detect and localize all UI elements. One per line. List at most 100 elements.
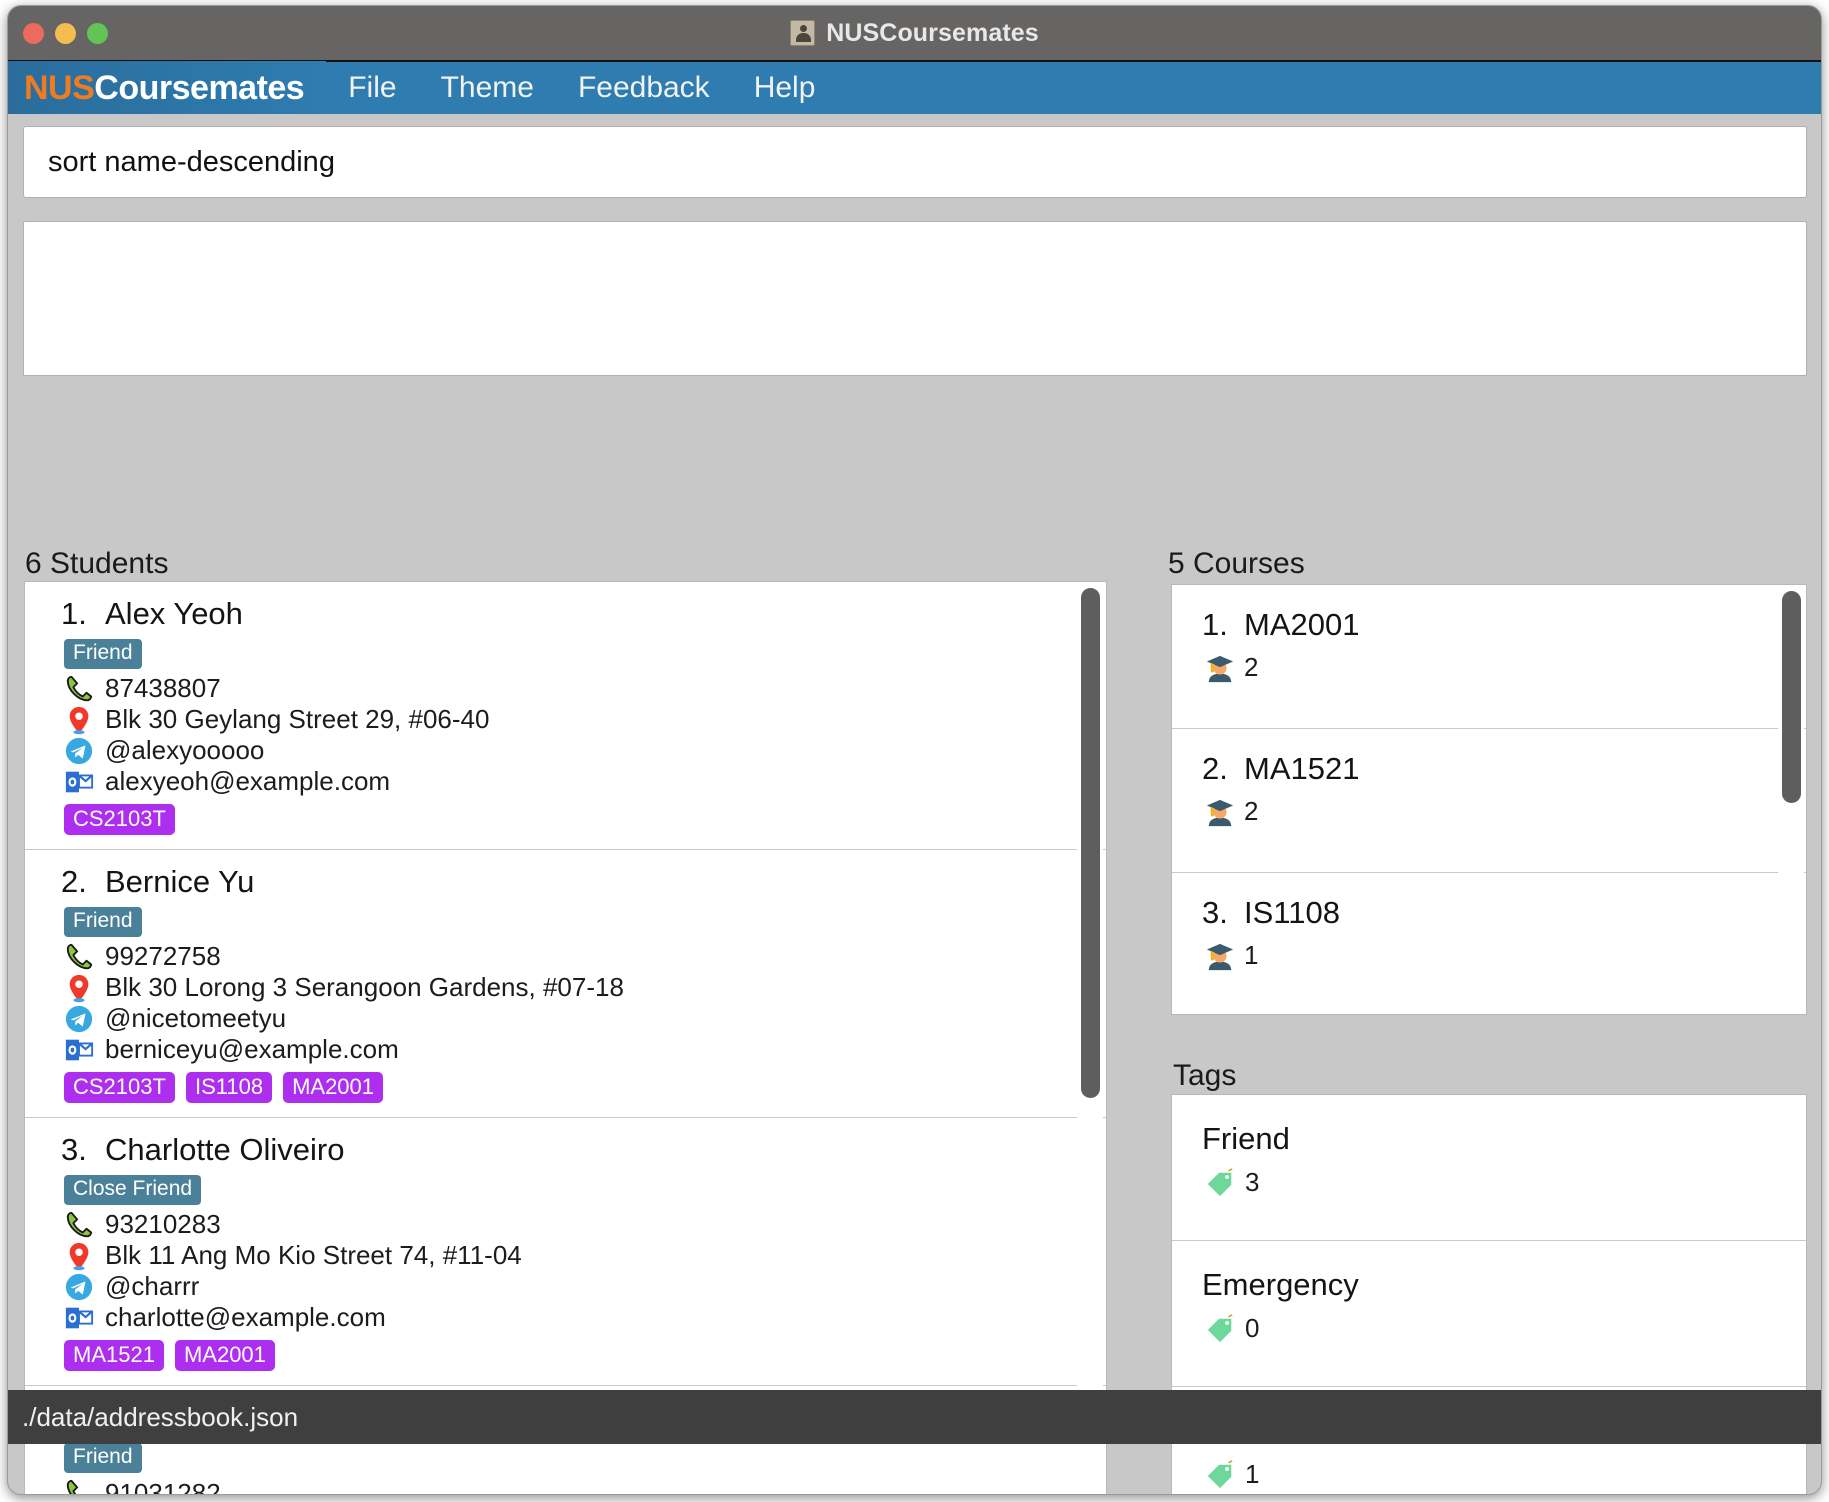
student-phone: 91031282 [64, 1477, 1106, 1495]
tag-name: Emergency [1202, 1267, 1359, 1302]
course-list-scrollbar-thumb[interactable] [1782, 591, 1801, 803]
student-card[interactable]: 1. Alex Yeoh Friend 87438807 Blk 30 Geylang … [25, 582, 1106, 851]
course-student-count: 1 [1205, 940, 1806, 971]
course-list[interactable]: 1. MA2001 2 2. MA1521 2 3. IS1108 1 [1172, 585, 1806, 1014]
email-icon [64, 767, 94, 797]
phone-icon [64, 1478, 94, 1494]
course-card[interactable]: 3. IS1108 1 [1172, 873, 1806, 1014]
student-address: Blk 30 Lorong 3 Serangoon Gardens, #07-1… [64, 972, 1106, 1003]
location-pin-icon [64, 973, 94, 1003]
telegram-icon [64, 1272, 94, 1302]
student-address: Blk 30 Geylang Street 29, #06-40 [64, 704, 1106, 735]
student-course-row: CS2103T IS1108 MA2001 [64, 1072, 1106, 1104]
result-display [23, 221, 1807, 376]
student-list-panel[interactable]: 1. Alex Yeoh Friend 87438807 Blk 30 Geylang … [24, 581, 1107, 1495]
graduate-student-icon [1205, 941, 1235, 971]
student-telegram: @nicetomeetyu [64, 1003, 1106, 1034]
window-title-group: NUSCoursemates [790, 19, 1039, 48]
course-index: 2. [1202, 751, 1228, 786]
student-email-text: alexyeoh@example.com [105, 766, 391, 797]
menu-item-help[interactable]: Help [732, 61, 838, 115]
command-input[interactable]: sort name-descending [23, 126, 1807, 198]
menu-item-file[interactable]: File [326, 61, 418, 115]
course-student-count-value: 2 [1244, 796, 1259, 826]
window-controls [23, 6, 108, 60]
menu-item-theme[interactable]: Theme [419, 61, 556, 115]
student-address-text: Blk 30 Geylang Street 29, #06-40 [105, 704, 490, 735]
student-address-text: Blk 30 Lorong 3 Serangoon Gardens, #07-1… [105, 972, 624, 1003]
student-tag-row: Friend [64, 907, 1106, 938]
tag-count-value: 1 [1245, 1459, 1260, 1489]
window-title: NUSCoursemates [826, 18, 1039, 47]
student-email: charlotte@example.com [64, 1302, 1106, 1333]
course-student-count-value: 2 [1244, 652, 1259, 682]
student-telegram-text: @nicetomeetyu [105, 1003, 287, 1034]
student-telegram-text: @charrr [105, 1271, 200, 1302]
student-email-text: berniceyu@example.com [105, 1034, 399, 1065]
application-body: sort name-descending 6 Students 5 Course… [8, 114, 1821, 1494]
student-phone-text: 93210283 [105, 1209, 221, 1240]
menu-bar: NUS Coursemates File Theme Feedback Help [8, 60, 1821, 115]
tag-card[interactable]: Friend 3 [1172, 1095, 1806, 1241]
status-bar-path: ./data/addressbook.json [22, 1401, 299, 1432]
student-phone-text: 91031282 [105, 1477, 221, 1495]
student-course-badge: MA1521 [64, 1340, 164, 1372]
student-address: Blk 11 Ang Mo Kio Street 74, #11-04 [64, 1240, 1106, 1271]
course-list-scrollbar[interactable] [1778, 587, 1804, 1014]
student-name: 1. Alex Yeoh [61, 596, 243, 631]
tag-card[interactable]: Emergency 0 [1172, 1241, 1806, 1387]
tag-icon [1205, 1459, 1235, 1490]
student-list-scrollbar-thumb[interactable] [1081, 588, 1100, 1098]
student-phone-text: 87438807 [105, 673, 221, 704]
student-email: alexyeoh@example.com [64, 766, 1106, 797]
course-card[interactable]: 1. MA2001 2 [1172, 585, 1806, 729]
student-phone-text: 99272758 [105, 941, 221, 972]
course-student-count: 2 [1205, 652, 1806, 683]
telegram-icon [64, 1004, 94, 1034]
tag-count-value: 3 [1245, 1167, 1260, 1197]
student-tag-row: Friend [64, 1443, 1106, 1474]
student-course-badge: IS1108 [185, 1072, 273, 1104]
graduate-student-icon [1205, 797, 1235, 827]
close-button[interactable] [23, 22, 44, 44]
person-card-icon [790, 20, 816, 46]
student-index: 1. [61, 596, 87, 631]
student-list[interactable]: 1. Alex Yeoh Friend 87438807 Blk 30 Geylang … [25, 582, 1106, 1495]
logo-nus-text: NUS [24, 68, 95, 107]
email-icon [64, 1303, 94, 1333]
telegram-icon [64, 736, 94, 766]
tag-count: 1 [1205, 1459, 1806, 1490]
graduate-student-icon [1205, 653, 1235, 683]
status-bar: ./data/addressbook.json [8, 1390, 1821, 1444]
course-student-count: 2 [1205, 796, 1806, 827]
course-name: 2. MA1521 [1202, 751, 1360, 786]
course-index: 3. [1202, 895, 1228, 930]
student-name: 2. Bernice Yu [61, 864, 255, 900]
student-card[interactable]: 2. Bernice Yu Friend 99272758 Blk 30 Lorong … [25, 850, 1106, 1119]
email-icon [64, 1035, 94, 1065]
student-tag-badge: Close Friend [64, 1175, 202, 1206]
menu-item-feedback[interactable]: Feedback [556, 61, 732, 115]
application-window: NUSCoursemates NUS Coursemates File Theme… [7, 5, 1822, 1495]
app-logo: NUS Coursemates [8, 61, 327, 115]
course-list-panel[interactable]: 1. MA2001 2 2. MA1521 2 3. IS1108 1 [1171, 584, 1807, 1015]
student-tag-badge: Friend [64, 1443, 142, 1474]
desktop-background: NUSCoursemates NUS Coursemates File Theme… [0, 0, 1829, 1502]
student-course-row: MA1521 MA2001 [64, 1340, 1106, 1372]
student-course-badge: CS2103T [64, 1072, 175, 1104]
student-card[interactable]: 3. Charlotte Oliveiro Close Friend 93210283… [25, 1118, 1106, 1387]
student-phone: 93210283 [64, 1209, 1106, 1240]
student-list-scrollbar[interactable] [1077, 584, 1103, 1494]
phone-icon [64, 1210, 94, 1240]
student-telegram: @alexyooooo [64, 735, 1106, 766]
student-tag-row: Close Friend [64, 1175, 1106, 1206]
student-course-row: CS2103T [64, 804, 1106, 836]
minimize-button[interactable] [55, 22, 76, 44]
tag-count: 3 [1205, 1167, 1806, 1198]
student-course-badge: MA2001 [174, 1340, 275, 1372]
course-index: 1. [1202, 607, 1228, 642]
course-card[interactable]: 2. MA1521 2 [1172, 729, 1806, 873]
location-pin-icon [64, 1241, 94, 1271]
maximize-button[interactable] [87, 22, 108, 44]
student-tag-row: Friend [64, 639, 1106, 670]
